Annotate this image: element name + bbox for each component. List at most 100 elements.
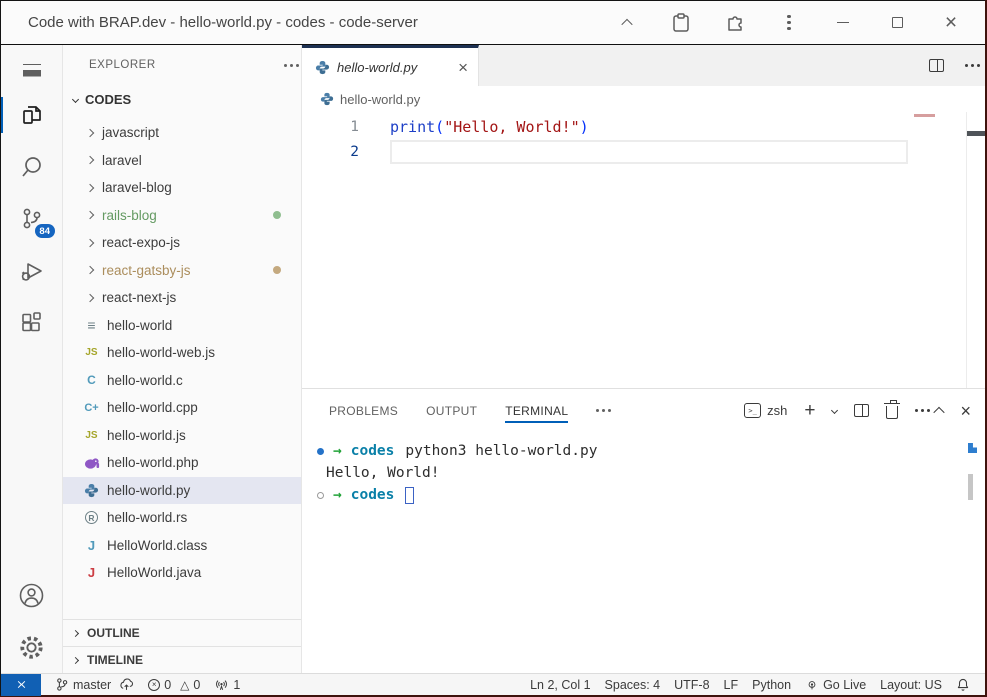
cursor-position-status[interactable]: Ln 2, Col 1 <box>523 678 597 692</box>
eol-status[interactable]: LF <box>717 678 746 692</box>
section-timeline[interactable]: TIMELINE <box>63 646 301 673</box>
sync-changes-icon <box>119 678 134 692</box>
javascript-icon: JS <box>83 347 100 358</box>
python-icon <box>83 483 100 498</box>
overview-ruler-cursor-mark[interactable] <box>967 131 985 136</box>
browser-menu-icon[interactable] <box>769 6 809 40</box>
terminal[interactable]: → codes python3 hello-world.py Hello, Wo… <box>302 432 985 673</box>
git-branch-icon <box>55 677 69 692</box>
tree-item-hello-world-js[interactable]: JShello-world.js <box>63 422 301 450</box>
extensions-icon[interactable] <box>1 297 63 349</box>
maximize-panel-icon[interactable] <box>934 406 945 417</box>
errors-icon: × <box>148 679 160 691</box>
prompt-decoration[interactable] <box>317 492 333 499</box>
code-editor[interactable]: 1 print("Hello, World!") 2 <box>302 112 985 388</box>
panel-more-tabs-icon[interactable] <box>596 409 599 412</box>
tree-item-hello-world-php[interactable]: hello-world.php <box>63 449 301 477</box>
tree-item-rails-blog[interactable]: rails-blog <box>63 202 301 230</box>
chevron-right-icon <box>72 629 79 636</box>
tree-item-react-gatsby-js[interactable]: react-gatsby-js <box>63 257 301 285</box>
php-elephant-icon <box>83 457 100 469</box>
language-mode-status[interactable]: Python <box>745 678 798 692</box>
tab-output[interactable]: OUTPUT <box>426 389 477 432</box>
window-title: Code with BRAP.dev - hello-world.py - co… <box>28 14 607 31</box>
tree-item-hello-world-web-js[interactable]: JShello-world-web.js <box>63 339 301 367</box>
status-bar: master × 0 △ 0 1 Ln 2, Col 1 Spaces: 4 <box>1 673 985 695</box>
terminal-command-line: → codes python3 hello-world.py <box>317 440 985 462</box>
tree-item-hello-world-py[interactable]: hello-world.py <box>63 477 301 505</box>
terminal-prompt-line: → codes <box>317 484 985 506</box>
minimize-button[interactable] <box>823 6 863 40</box>
chevron-right-icon <box>86 156 94 164</box>
puzzle-extension-icon[interactable] <box>715 6 755 40</box>
close-tab-icon[interactable]: × <box>458 59 468 76</box>
editor-more-actions-icon[interactable] <box>965 64 968 67</box>
clipboard-icon[interactable] <box>661 6 701 40</box>
shell-selector[interactable]: >_ zsh <box>744 403 787 418</box>
settings-gear-icon[interactable] <box>1 621 63 673</box>
tree-item-hello-world[interactable]: ≡hello-world <box>63 312 301 340</box>
chevron-right-icon <box>86 184 94 192</box>
close-panel-icon[interactable]: × <box>960 402 971 420</box>
terminal-dropdown-icon[interactable] <box>831 407 838 414</box>
title-bar: Code with BRAP.dev - hello-world.py - co… <box>1 1 985 45</box>
problems-status[interactable]: × 0 △ 0 <box>141 678 207 692</box>
rust-icon: R <box>83 511 100 524</box>
chevron-right-icon <box>86 294 94 302</box>
command-success-decoration[interactable] <box>317 448 333 455</box>
panel-more-actions-icon[interactable] <box>915 409 918 412</box>
run-debug-icon[interactable] <box>1 245 63 297</box>
menu-hamburger-icon[interactable] <box>1 45 63 89</box>
terminal-output-line: Hello, World! <box>317 462 985 484</box>
remote-indicator[interactable] <box>1 674 41 696</box>
notifications-bell[interactable] <box>949 677 977 692</box>
ports-status[interactable]: 1 <box>207 678 247 692</box>
tree-item-hello-world-cpp[interactable]: C+hello-world.cpp <box>63 394 301 422</box>
terminal-scrollbar[interactable] <box>968 474 973 500</box>
kill-terminal-icon[interactable] <box>886 406 898 419</box>
tree-item-laravel-blog[interactable]: laravel-blog <box>63 174 301 202</box>
go-live-status[interactable]: Go Live <box>798 678 873 692</box>
search-icon[interactable] <box>1 141 63 193</box>
explorer-more-actions-icon[interactable] <box>284 64 287 67</box>
terminal-cursor <box>405 487 414 504</box>
split-editor-icon[interactable] <box>929 59 944 72</box>
scm-badge: 84 <box>35 224 55 238</box>
tab-hello-world-py[interactable]: hello-world.py × <box>302 45 479 86</box>
encoding-status[interactable]: UTF-8 <box>667 678 716 692</box>
keyboard-layout-status[interactable]: Layout: US <box>873 678 949 692</box>
tree-item-laravel[interactable]: laravel <box>63 147 301 175</box>
account-icon[interactable] <box>1 569 63 621</box>
tree-item-hello-world-c[interactable]: Chello-world.c <box>63 367 301 395</box>
split-terminal-icon[interactable] <box>854 404 869 417</box>
radio-tower-icon <box>214 678 229 692</box>
bottom-panel: PROBLEMS OUTPUT TERMINAL >_ zsh + <box>302 388 985 673</box>
git-branch-status[interactable]: master <box>48 677 141 692</box>
maximize-button[interactable] <box>877 6 917 40</box>
sidebar-title: EXPLORER <box>89 59 284 71</box>
collapse-toolbar-button[interactable] <box>607 6 647 40</box>
cpp-icon: C+ <box>83 402 100 414</box>
tree-item-react-expo-js[interactable]: react-expo-js <box>63 229 301 257</box>
tree-item-react-next-js[interactable]: react-next-js <box>63 284 301 312</box>
minimap[interactable] <box>914 114 935 117</box>
tree-item-helloworld-class[interactable]: JHelloWorld.class <box>63 532 301 560</box>
chevron-right-icon <box>86 211 94 219</box>
close-window-button[interactable]: × <box>931 6 971 40</box>
tree-item-helloworld-java[interactable]: JHelloWorld.java <box>63 559 301 587</box>
explorer-icon[interactable] <box>1 89 63 141</box>
tree-item-hello-world-rs[interactable]: Rhello-world.rs <box>63 504 301 532</box>
chevron-down-icon <box>72 95 79 102</box>
javascript-icon: JS <box>83 430 100 441</box>
indentation-status[interactable]: Spaces: 4 <box>598 678 668 692</box>
overview-ruler <box>966 112 967 388</box>
section-outline[interactable]: OUTLINE <box>63 619 301 646</box>
tab-problems[interactable]: PROBLEMS <box>329 389 398 432</box>
new-terminal-icon[interactable]: + <box>804 401 815 420</box>
breadcrumb[interactable]: hello-world.py <box>302 86 985 112</box>
tree-item-javascript[interactable]: javascript <box>63 119 301 147</box>
source-control-icon[interactable]: 84 <box>1 193 63 245</box>
section-codes[interactable]: CODES <box>63 85 301 113</box>
tab-terminal[interactable]: TERMINAL <box>505 389 568 432</box>
python-icon <box>315 60 330 75</box>
